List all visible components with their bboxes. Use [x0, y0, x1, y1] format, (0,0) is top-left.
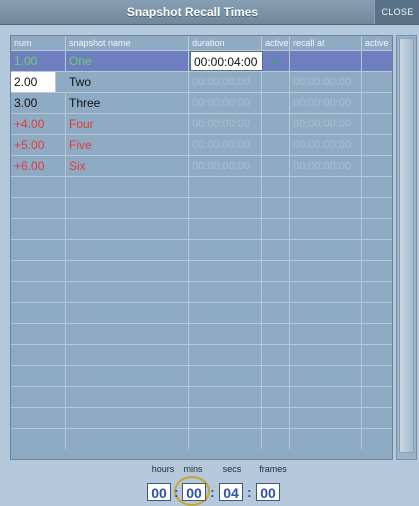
frames-label: frames — [259, 464, 287, 474]
secs-field[interactable]: 04 — [219, 483, 243, 501]
table-row-empty[interactable] — [11, 386, 392, 407]
scrollbar-thumb[interactable] — [399, 38, 414, 453]
table-row-empty[interactable] — [11, 323, 392, 344]
row-recall-at[interactable]: 00:00:00:00 — [290, 114, 362, 134]
row-recall-at[interactable] — [290, 51, 362, 71]
row-duration[interactable]: 00:00:00:00 — [189, 135, 262, 155]
row-recall-at[interactable]: 00:00:00:00 — [290, 93, 362, 113]
duration-input[interactable]: 00:00:04:00 — [190, 51, 263, 71]
row-active-2[interactable] — [362, 93, 392, 113]
column-header-snapshot-name[interactable]: snapshot name — [66, 36, 189, 50]
table-row-empty[interactable] — [11, 176, 392, 197]
row-duration[interactable]: 00:00:00:00 — [189, 156, 262, 176]
row-active[interactable] — [262, 114, 290, 134]
row-num: 3.00 — [11, 93, 66, 113]
row-active-2[interactable] — [362, 114, 392, 134]
snapshot-table: num snapshot name duration active recall… — [10, 35, 393, 460]
title-bar: Snapshot Recall Times CLOSE — [0, 0, 419, 25]
row-num: +6.00 — [11, 156, 66, 176]
table-row-empty[interactable] — [11, 218, 392, 239]
row-recall-at[interactable]: 00:00:00:00 — [290, 156, 362, 176]
table-row-empty[interactable] — [11, 281, 392, 302]
row-num: +4.00 — [11, 114, 66, 134]
table-row-empty[interactable] — [11, 197, 392, 218]
row-snapshot-name[interactable]: Four — [66, 114, 189, 134]
table-row[interactable]: +4.00 Four 00:00:00:00 00:00:00:00 — [11, 113, 392, 134]
row-active[interactable] — [262, 156, 290, 176]
row-active-2[interactable] — [362, 156, 392, 176]
row-duration[interactable]: 00:00:00:00 — [189, 114, 262, 134]
hours-field[interactable]: 00 — [147, 483, 171, 501]
secs-label: secs — [222, 464, 242, 474]
time-separator: : — [174, 484, 179, 500]
window-title: Snapshot Recall Times — [126, 5, 259, 19]
row-snapshot-name[interactable]: Two — [66, 72, 189, 92]
time-separator: : — [210, 484, 215, 500]
row-snapshot-name[interactable]: Five — [66, 135, 189, 155]
vertical-scrollbar[interactable] — [396, 35, 417, 460]
table-row[interactable]: +6.00 Six 00:00:00:00 00:00:00:00 — [11, 155, 392, 176]
row-snapshot-name[interactable]: One — [66, 51, 189, 71]
row-recall-at[interactable]: 00:00:00:00 — [290, 72, 362, 92]
table-row-empty[interactable] — [11, 239, 392, 260]
row-active[interactable] — [262, 93, 290, 113]
table-row-empty[interactable] — [11, 365, 392, 386]
table-row[interactable]: 1.00 One 00:00:04:00 ✓ — [11, 50, 392, 71]
row-num: +5.00 — [11, 135, 66, 155]
time-separator: : — [247, 484, 252, 500]
table-row-empty[interactable] — [11, 302, 392, 323]
column-header-active-2[interactable]: active — [362, 36, 392, 50]
table-row-empty[interactable] — [11, 407, 392, 428]
row-active-2[interactable] — [362, 135, 392, 155]
table-row[interactable]: +5.00 Five 00:00:00:00 00:00:00:00 — [11, 134, 392, 155]
mins-field[interactable]: 00 — [182, 483, 206, 501]
row-duration[interactable]: 00:00:00:00 — [189, 93, 262, 113]
table-header: num snapshot name duration active recall… — [11, 36, 392, 50]
table-row-empty[interactable] — [11, 428, 392, 449]
row-duration[interactable]: 00:00:00:00 — [189, 72, 262, 92]
row-num: 2.00 — [11, 72, 56, 92]
column-header-recall-at[interactable]: recall at — [290, 36, 362, 50]
column-header-num[interactable]: num — [11, 36, 66, 50]
column-header-active[interactable]: active — [262, 36, 290, 50]
row-active-2[interactable] — [362, 51, 392, 71]
time-entry-panel: hours mins secs frames 00 : 00 : 04 : 00 — [0, 458, 419, 506]
row-active[interactable] — [262, 72, 290, 92]
hours-label: hours — [151, 464, 175, 474]
row-snapshot-name[interactable]: Six — [66, 156, 189, 176]
row-active[interactable] — [262, 135, 290, 155]
close-button[interactable]: CLOSE — [374, 0, 419, 24]
row-snapshot-name[interactable]: Three — [66, 93, 189, 113]
column-header-duration[interactable]: duration — [189, 36, 262, 50]
table-row[interactable]: 3.00 Three 00:00:00:00 00:00:00:00 — [11, 92, 392, 113]
row-num: 1.00 — [11, 51, 66, 71]
row-recall-at[interactable]: 00:00:00:00 — [290, 135, 362, 155]
table-row-empty[interactable] — [11, 344, 392, 365]
active-checkmark-icon[interactable]: ✓ — [262, 51, 290, 71]
table-row-empty[interactable] — [11, 260, 392, 281]
row-active-2[interactable] — [362, 72, 392, 92]
frames-field[interactable]: 00 — [256, 483, 280, 501]
mins-label: mins — [183, 464, 203, 474]
table-row[interactable]: 2.00 Two 00:00:00:00 00:00:00:00 — [11, 71, 392, 92]
